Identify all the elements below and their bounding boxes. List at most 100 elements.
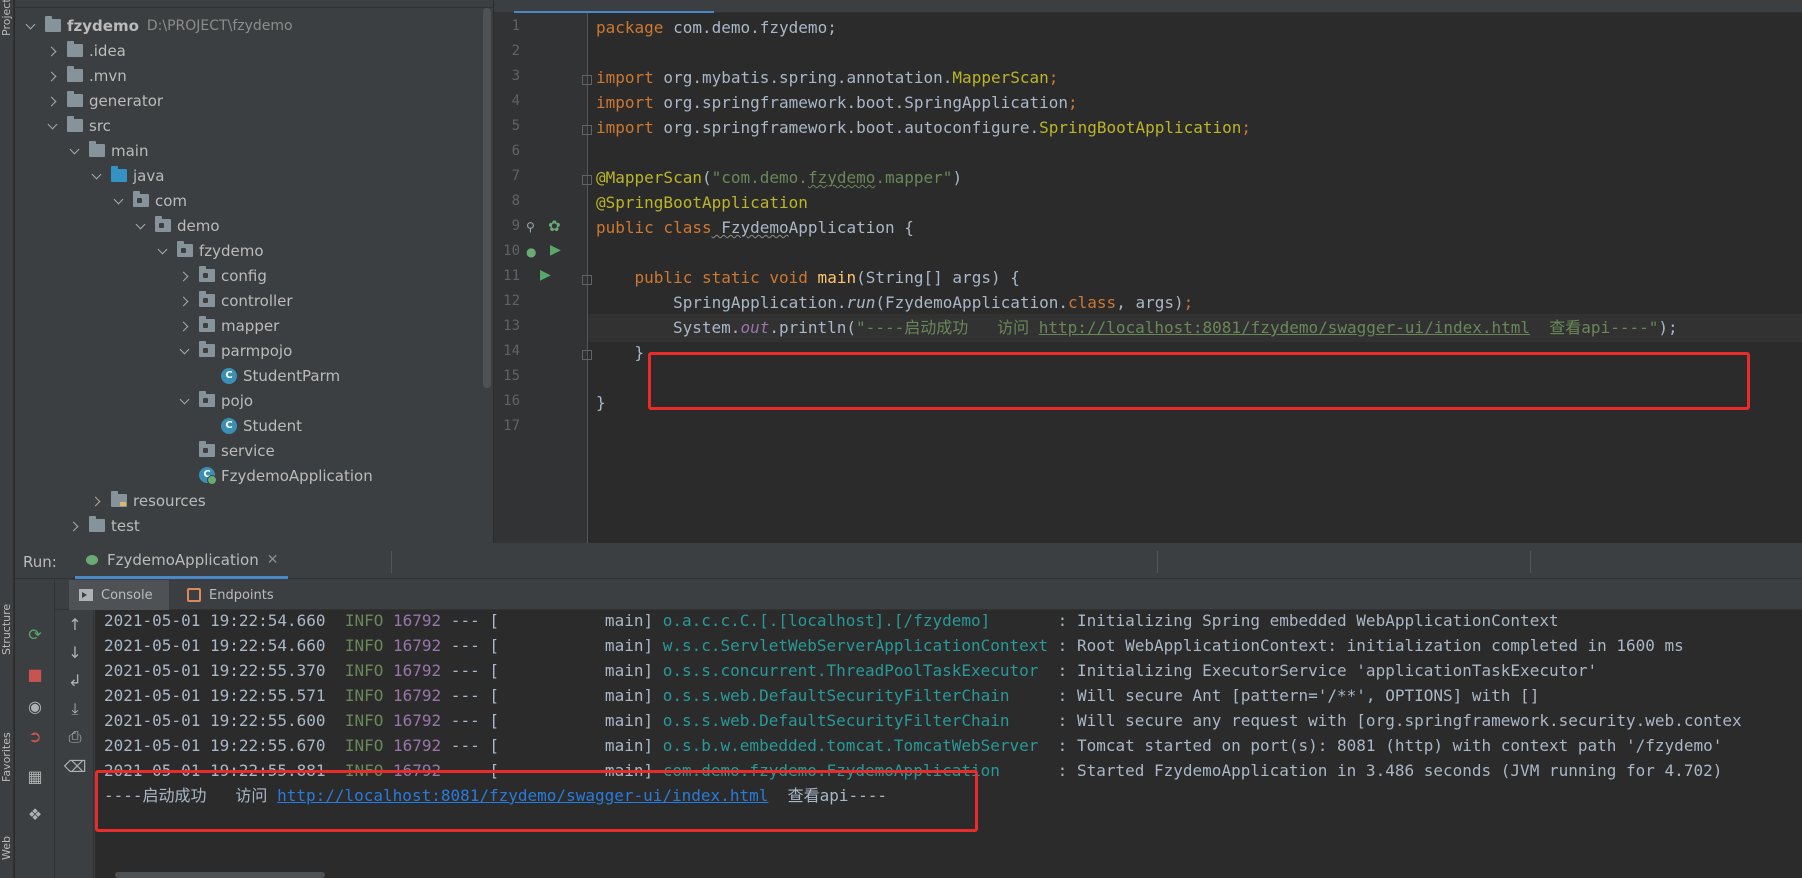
soft-wrap-icon[interactable]: ↲ [63,670,87,692]
line-number: 17 [503,418,520,434]
log-line: 2021-05-01 19:22:54.660 INFO 16792 --- [… [104,636,1684,655]
close-icon[interactable]: ✕ [267,552,279,568]
fold-icon[interactable] [582,125,592,135]
project-tool-label[interactable]: Project [0,0,14,36]
chevron-down-icon[interactable] [47,120,59,132]
fold-icon[interactable] [582,275,592,285]
tab-endpoints[interactable]: Endpoints [177,580,287,610]
spring-boot-run-icon [85,552,101,568]
arrow-down-icon[interactable]: ↓ [63,642,87,664]
code-line-16[interactable]: } [596,389,606,417]
tree-item-controller[interactable]: controller [15,288,485,313]
chevron-right-icon[interactable] [47,45,59,57]
code-line-5[interactable]: import org.springframework.boot.autoconf… [596,114,1251,142]
run-toolbar-secondary: ↑ ↓ ↲ ⤓ ⎙ ⌫ [56,610,94,878]
tree-item-idea[interactable]: .idea [15,38,485,63]
tree-item-generator[interactable]: generator [15,88,485,113]
tree-item-pojo[interactable]: pojo [15,388,485,413]
trash-icon[interactable]: ⌫ [63,756,87,778]
arrow-up-icon[interactable]: ↑ [63,614,87,636]
line-number: 16 [503,393,520,409]
web-tool-label[interactable]: Web [0,820,14,860]
tree-item-src[interactable]: src [15,113,485,138]
line-number: 2 [511,43,520,59]
code-line-14[interactable]: } [596,339,645,367]
print-icon[interactable]: ⎙ [63,726,87,748]
rerun-icon[interactable]: ⟳ [23,624,47,646]
stop-icon[interactable]: ■ [23,664,47,686]
code-line-11[interactable]: public static void main(String[] args) { [596,264,1020,292]
folder-icon [67,91,83,107]
code-line-1[interactable]: package com.demo.fzydemo; [596,14,837,42]
code-line-7[interactable]: @MapperScan("com.demo.fzydemo.mapper") [596,164,962,192]
chevron-down-icon[interactable] [113,195,125,207]
camera-icon[interactable]: ◉ [23,696,47,718]
run-class-icon[interactable]: ▶ [550,242,561,258]
chevron-down-icon[interactable] [91,170,103,182]
tab-console[interactable]: Console [69,580,169,610]
tree-item-mvn[interactable]: .mvn [15,63,485,88]
spring-context-icon[interactable]: ● [526,245,536,259]
exit-icon[interactable]: ➲ [23,726,47,748]
code-line-12[interactable]: SpringApplication.run(FzydemoApplication… [596,289,1193,317]
run-tab-fzydemoapplication[interactable]: FzydemoApplication ✕ [75,543,289,579]
code-editor[interactable]: 1 2 3 4 5 6 7 8 9 10 11 12 13 14 15 16 1… [494,0,1802,543]
tree-item-studentparm[interactable]: C StudentParm [15,363,485,388]
tree-item-fzydemoapplication[interactable]: FzydemoApplication [15,463,485,488]
chevron-right-icon[interactable] [179,295,191,307]
tree-item-test[interactable]: test [15,513,485,538]
code-line-3[interactable]: import org.mybatis.spring.annotation.Map… [596,64,1058,92]
tree-item-root[interactable]: fzydemo D:\PROJECT\fzydemo [15,13,485,38]
spring-bean-icon[interactable]: ✿ [548,217,561,235]
chevron-right-icon[interactable] [179,320,191,332]
fold-icon[interactable] [582,75,592,85]
structure-tool-label[interactable]: Structure [0,575,14,655]
scroll-to-end-icon[interactable]: ⤓ [63,698,87,720]
code-line-13[interactable]: System.out.println("----启动成功 访问 http://l… [588,314,1802,342]
console-output[interactable]: 2021-05-01 19:22:54.660 INFO 16792 --- [… [95,610,1802,878]
run-main-icon[interactable]: ▶ [540,267,551,283]
code-line-8[interactable]: @SpringBootApplication [596,189,808,217]
chevron-right-icon[interactable] [47,70,59,82]
editor-tab-active[interactable] [514,0,714,13]
chevron-down-icon[interactable] [157,245,169,257]
tree-item-parmpojo[interactable]: parmpojo [15,338,485,363]
tree-item-com[interactable]: com [15,188,485,213]
tree-item-config[interactable]: config [15,263,485,288]
chevron-down-icon[interactable] [135,220,147,232]
code-line-4[interactable]: import org.springframework.boot.SpringAp… [596,89,1078,117]
fold-icon[interactable] [582,175,592,185]
pin-icon[interactable]: ❖ [23,804,47,826]
tree-item-java[interactable]: java [15,163,485,188]
console-horizontal-scrollbar[interactable] [115,872,325,878]
tree-scrollbar[interactable] [483,8,491,388]
favorites-tool-label[interactable]: Favorites [0,712,14,782]
layout-icon[interactable]: ▦ [23,766,47,788]
chevron-down-icon[interactable] [25,20,37,32]
editor-tab-pom[interactable] [744,0,894,13]
tree-item-resources[interactable]: resources [15,488,485,513]
line-number: 15 [503,368,520,384]
tree-item-main[interactable]: main [15,138,485,163]
chevron-right-icon[interactable] [69,520,81,532]
chevron-down-icon[interactable] [179,395,191,407]
chevron-down-icon[interactable] [179,345,191,357]
chevron-down-icon[interactable] [69,145,81,157]
run-panel-header: Run: FzydemoApplication ✕ [15,543,1802,579]
tree-item-mapper[interactable]: mapper [15,313,485,338]
bean-search-icon[interactable]: ⚲ [526,220,535,234]
tree-item-label: config [221,266,267,285]
tree-item-fzydemo[interactable]: fzydemo [15,238,485,263]
header-divider [391,551,392,573]
code-url-link[interactable]: http://localhost:8081/fzydemo/swagger-ui… [1039,318,1530,337]
code-line-9[interactable]: public class FzydemoApplication { [596,214,914,242]
chevron-right-icon[interactable] [47,95,59,107]
chevron-right-icon[interactable] [91,495,103,507]
tree-item-label: fzydemo [199,241,264,260]
tree-item-student[interactable]: C Student [15,413,485,438]
header-divider [1157,551,1158,573]
tree-item-demo[interactable]: demo [15,213,485,238]
tree-item-service[interactable]: service [15,438,485,463]
chevron-right-icon[interactable] [179,270,191,282]
fold-icon[interactable] [582,350,592,360]
